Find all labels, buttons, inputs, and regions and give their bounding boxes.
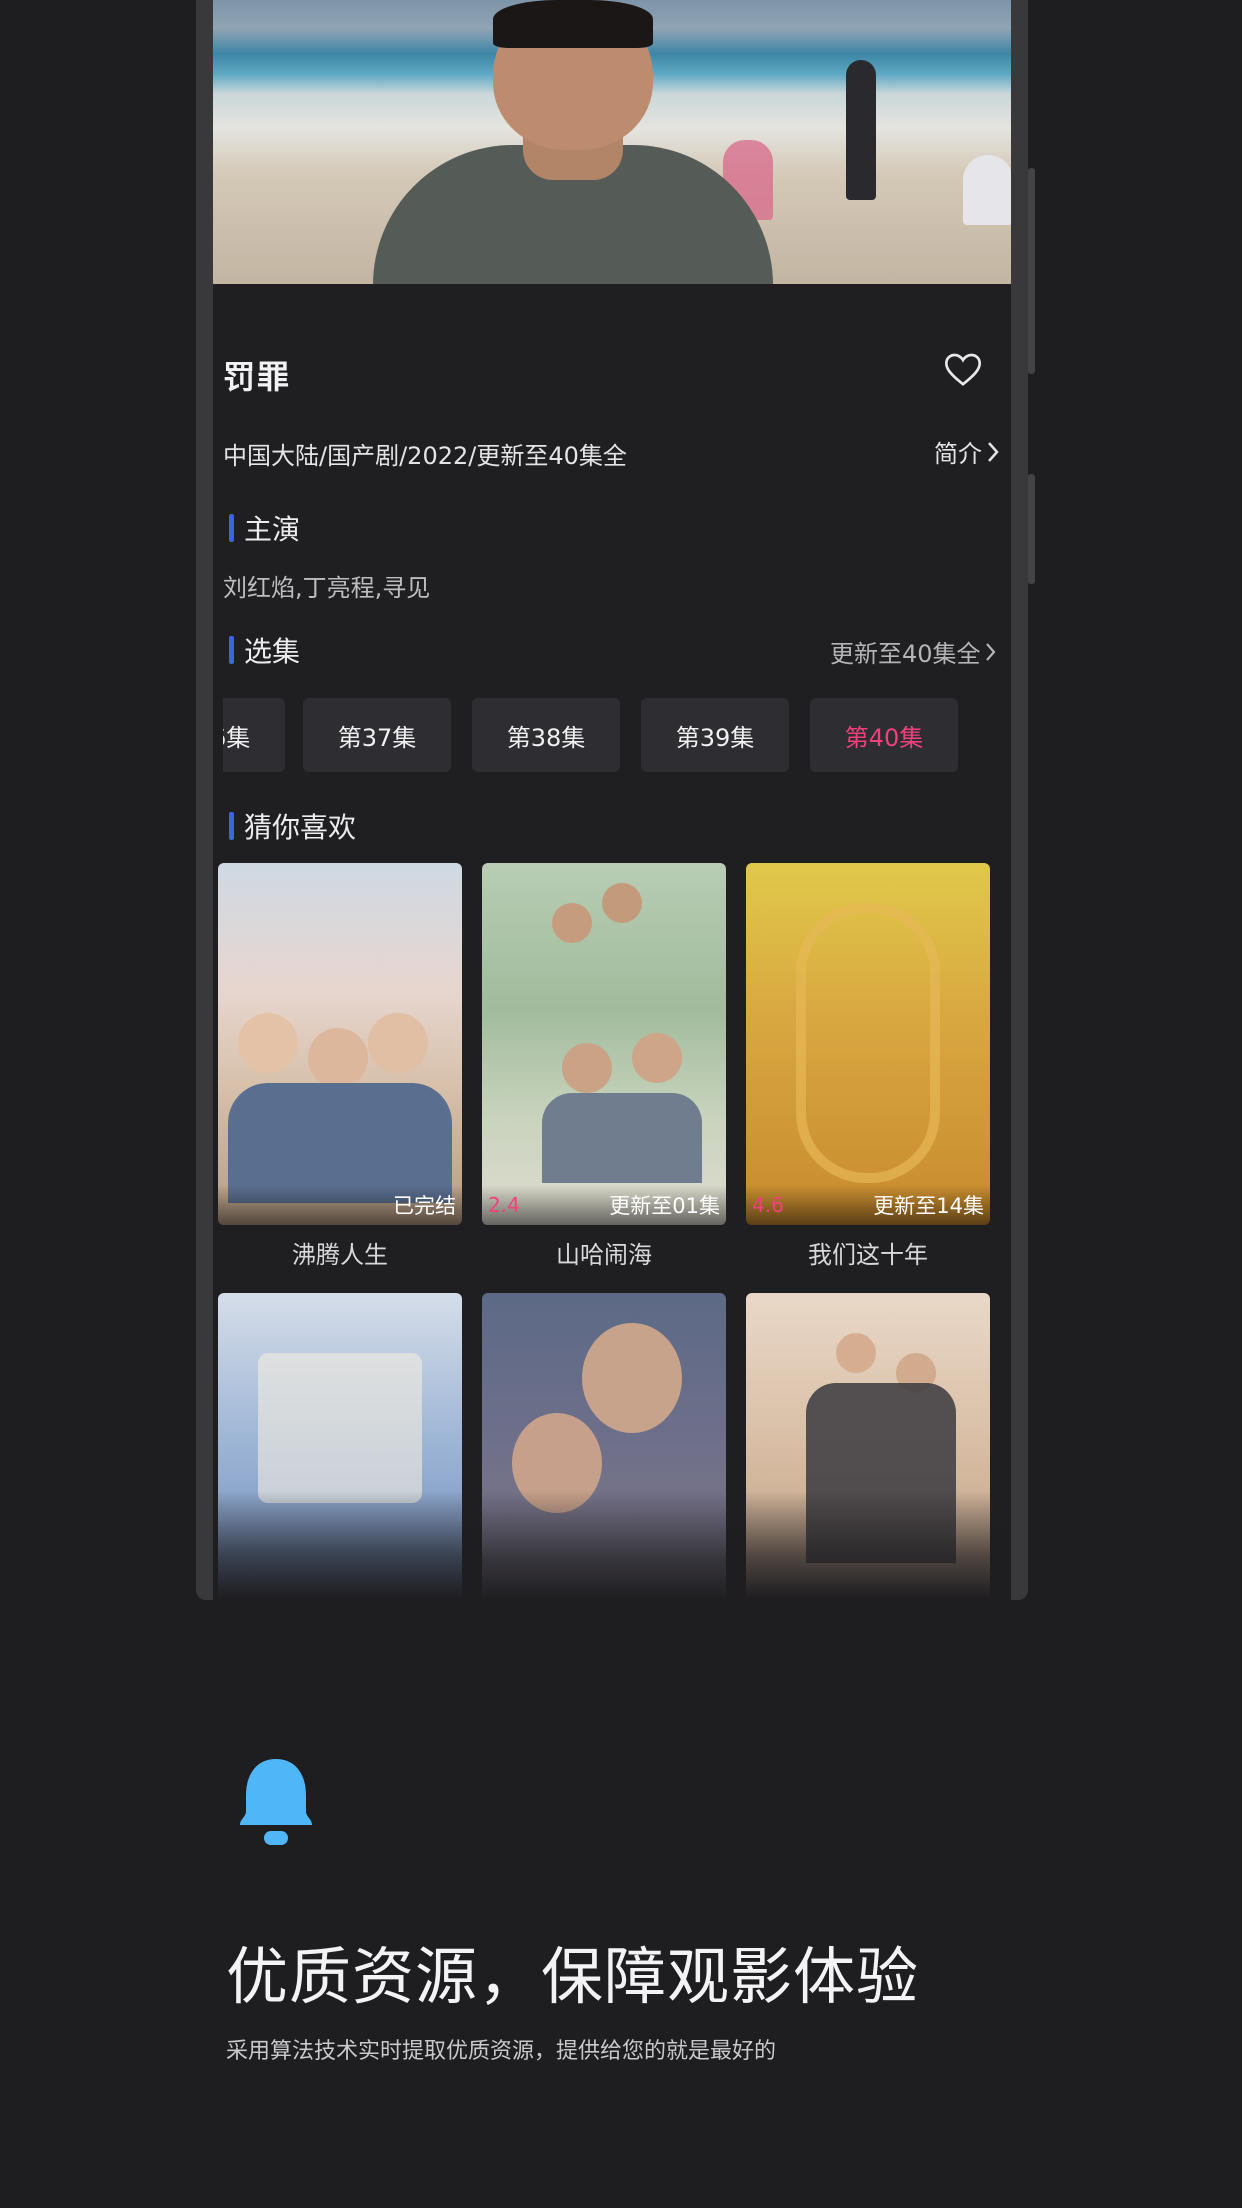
- poster-figure: [368, 1013, 428, 1073]
- cast-heading: 主演: [229, 508, 300, 548]
- bell-icon: [240, 1759, 312, 1845]
- video-frame: [213, 0, 1011, 284]
- status-badge: 更新至14集: [873, 1194, 984, 1218]
- promo-title: 优质资源，保障观影体验: [226, 1940, 920, 2013]
- rating-badge: 2.4: [488, 1193, 520, 1217]
- poster-image: 2.4 更新至01集: [482, 863, 726, 1225]
- section-marker: [229, 636, 234, 664]
- recommendation-card[interactable]: 2.4 更新至01集 山哈闹海: [482, 863, 726, 1270]
- card-title: 我们这十年: [808, 1241, 928, 1269]
- episode-list[interactable]: 第36集 第37集 第38集 第39集 第40集: [223, 698, 1011, 772]
- poster-badge: 已完结: [218, 1185, 462, 1225]
- episodes-update-link[interactable]: 更新至40集全: [830, 634, 997, 669]
- episode-button-39[interactable]: 第39集: [641, 698, 789, 772]
- status-badge: 更新至01集: [609, 1194, 720, 1218]
- screen-fade: [213, 1490, 1011, 1600]
- poster-figure: [238, 1013, 298, 1073]
- poster-art: [796, 903, 940, 1183]
- section-marker: [229, 514, 234, 542]
- poster-figure: [562, 1043, 612, 1093]
- recommendation-card[interactable]: 4.6 更新至14集 我们这十年: [746, 863, 990, 1270]
- background-figure: [963, 155, 1011, 225]
- poster-figure: [308, 1028, 368, 1088]
- recommendations-heading-label: 猜你喜欢: [244, 811, 357, 844]
- app-screen: 罚罪 中国大陆/国产剧/2022/更新至40集全 简介 主演 刘红焰,丁亮程,寻…: [213, 0, 1011, 1600]
- rating-badge: 4.6: [752, 1193, 784, 1217]
- show-title: 罚罪: [223, 358, 292, 396]
- episodes-update-label: 更新至40集全: [830, 640, 981, 668]
- episode-button-40[interactable]: 第40集: [810, 698, 958, 772]
- background-figure: [846, 60, 876, 200]
- poster-figure: [602, 883, 642, 923]
- chevron-right-icon: [985, 642, 996, 661]
- card-title: 沸腾人生: [292, 1241, 388, 1269]
- phone-side-button: [1028, 474, 1035, 584]
- recommendation-card[interactable]: 已完结 沸腾人生: [218, 863, 462, 1270]
- poster-figure: [552, 903, 592, 943]
- cast-names: 刘红焰,丁亮程,寻见: [223, 574, 431, 602]
- promo-subtitle: 采用算法技术实时提取优质资源，提供给您的就是最好的: [226, 2039, 777, 2064]
- poster-figure: [632, 1033, 682, 1083]
- card-title: 山哈闹海: [556, 1241, 652, 1269]
- show-meta: 中国大陆/国产剧/2022/更新至40集全: [223, 442, 627, 470]
- episode-button-36[interactable]: 第36集: [223, 698, 285, 772]
- episode-button-37[interactable]: 第37集: [303, 698, 451, 772]
- poster-badge: 2.4 更新至01集: [482, 1185, 726, 1225]
- heart-icon[interactable]: [943, 350, 983, 390]
- episode-button-38[interactable]: 第38集: [472, 698, 620, 772]
- phone-side-button: [1028, 168, 1035, 374]
- poster-figure: [542, 1093, 702, 1183]
- recommendations-heading: 猜你喜欢: [229, 806, 356, 846]
- actor-hair: [493, 0, 653, 48]
- section-marker: [229, 812, 234, 840]
- poster-badge: 4.6 更新至14集: [746, 1185, 990, 1225]
- chevron-right-icon: [988, 441, 999, 462]
- poster-figure: [582, 1323, 682, 1433]
- intro-label: 简介: [934, 440, 982, 468]
- poster-figure: [836, 1333, 876, 1373]
- poster-art: [258, 1353, 422, 1503]
- poster-image: 4.6 更新至14集: [746, 863, 990, 1225]
- cast-heading-label: 主演: [244, 513, 301, 546]
- intro-link[interactable]: 简介: [934, 434, 1000, 469]
- poster-image: 已完结: [218, 863, 462, 1225]
- episodes-heading: 选集: [229, 630, 300, 670]
- status-badge: 已完结: [393, 1194, 456, 1218]
- video-player[interactable]: [213, 0, 1011, 284]
- phone-frame: 罚罪 中国大陆/国产剧/2022/更新至40集全 简介 主演 刘红焰,丁亮程,寻…: [196, 0, 1028, 1600]
- episodes-heading-label: 选集: [244, 635, 301, 668]
